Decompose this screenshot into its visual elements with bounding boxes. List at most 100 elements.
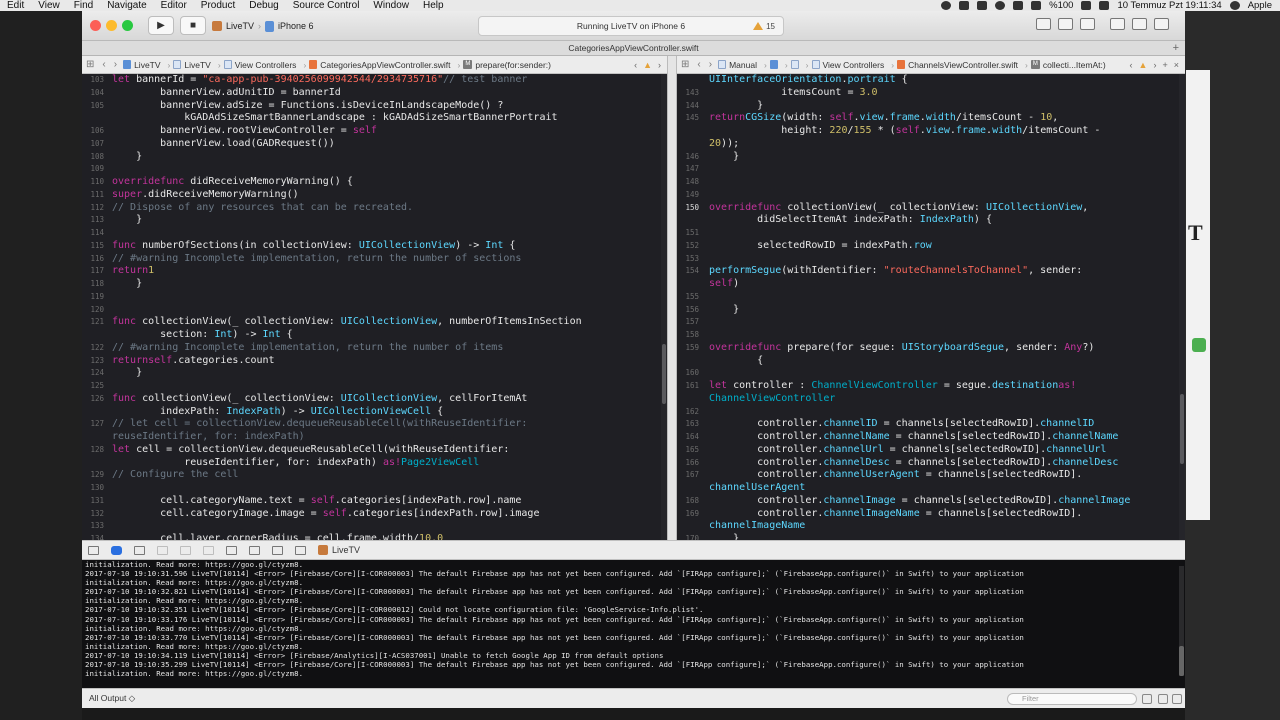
line-number[interactable]: 148 <box>677 176 699 189</box>
code-line[interactable] <box>112 304 582 317</box>
line-number[interactable]: 110 <box>82 176 104 189</box>
line-number[interactable] <box>82 457 104 470</box>
line-number[interactable] <box>677 278 699 291</box>
menu-navigate[interactable]: Navigate <box>100 0 153 11</box>
line-number[interactable]: 111 <box>82 189 104 202</box>
pause-icon[interactable] <box>134 545 145 555</box>
console-filter-input[interactable]: Filter <box>1007 693 1137 705</box>
line-number[interactable]: 169 <box>677 508 699 521</box>
back-icon[interactable]: ‹ <box>98 59 109 70</box>
code-line[interactable]: // #warning Incomplete implementation, r… <box>112 342 582 355</box>
source-code[interactable]: let bannerId = "ca-app-pub-3940256099942… <box>112 74 582 540</box>
code-line[interactable]: } <box>709 100 1130 113</box>
line-number[interactable]: 106 <box>82 125 104 138</box>
console-scrollbar[interactable] <box>1179 566 1184 676</box>
line-number[interactable]: 105 <box>82 100 104 113</box>
line-number[interactable]: 144 <box>677 100 699 113</box>
code-line[interactable]: controller. channelID = channels[selected… <box>709 418 1130 431</box>
code-line[interactable]: kGADAdSizeSmartBannerLandscape : kGADAdS… <box>112 112 582 125</box>
code-line[interactable] <box>709 189 1130 202</box>
process-target[interactable]: LiveTV <box>318 545 360 555</box>
related-items-icon[interactable]: ⊞ <box>82 59 98 70</box>
code-line[interactable] <box>709 176 1130 189</box>
menu-view[interactable]: View <box>31 0 67 11</box>
line-number[interactable]: 130 <box>82 482 104 495</box>
code-line[interactable]: override func collectionView(_ collectio… <box>709 202 1130 215</box>
line-number[interactable]: 159 <box>677 342 699 355</box>
code-line[interactable]: reuseIdentifier, for: indexPath) as! Pag… <box>112 457 582 470</box>
line-number[interactable]: 123 <box>82 355 104 368</box>
line-number[interactable]: 115 <box>82 240 104 253</box>
code-line[interactable]: controller. channelUserAgent = channels[s… <box>709 469 1130 482</box>
line-number[interactable]: 170 <box>677 533 699 540</box>
status-icon[interactable] <box>941 1 952 10</box>
breadcrumb-project[interactable] <box>768 60 784 69</box>
code-line[interactable]: override func didReceiveMemoryWarning() … <box>112 176 582 189</box>
line-number[interactable]: 127 <box>82 418 104 431</box>
code-line[interactable]: func numberOfSections(in collectionView:… <box>112 240 582 253</box>
chevron-left-icon[interactable]: ‹ <box>634 60 637 70</box>
breakpoints-toggle-icon[interactable] <box>111 545 122 555</box>
line-number-gutter[interactable]: 103 104 105 106 107 108 109 110 111 112 113 114 115 1… <box>82 74 106 540</box>
standard-editor-icon[interactable] <box>1036 18 1051 30</box>
line-number[interactable]: 146 <box>677 151 699 164</box>
volume-icon[interactable] <box>1031 1 1042 10</box>
code-line[interactable]: bannerView.adUnitID = bannerId <box>112 87 582 100</box>
console-output[interactable]: initialization. Read more: https://goo.g… <box>82 560 1185 688</box>
line-number[interactable]: 163 <box>677 418 699 431</box>
output-selector[interactable]: All Output ◇ <box>89 693 135 704</box>
code-line[interactable]: { <box>709 355 1130 368</box>
code-line[interactable]: controller. channelUrl = channels[selecte… <box>709 444 1130 457</box>
code-line[interactable]: controller. channelDesc = channels[select… <box>709 457 1130 470</box>
utilities-toggle-icon[interactable] <box>1154 18 1169 30</box>
step-out-icon[interactable] <box>203 545 214 555</box>
close-editor-icon[interactable]: × <box>1174 60 1179 70</box>
line-number[interactable]: 104 <box>82 87 104 100</box>
line-number[interactable]: 125 <box>82 380 104 393</box>
line-number[interactable]: 143 <box>677 87 699 100</box>
line-number-gutter[interactable]: 143 144 145 146 147 148 149 150 151 152 153 154 155 1… <box>677 74 703 540</box>
line-number[interactable] <box>82 329 104 342</box>
menu-window[interactable]: Window <box>366 0 416 11</box>
navigator-toggle-icon[interactable] <box>1110 18 1125 30</box>
close-window-button[interactable] <box>90 20 101 31</box>
battery-percent[interactable]: %100 <box>1049 0 1073 11</box>
code-line[interactable]: cell.categoryName.text = self .categories… <box>112 495 582 508</box>
code-line[interactable] <box>709 163 1130 176</box>
code-line[interactable]: } <box>709 304 1130 317</box>
line-number[interactable] <box>82 431 104 444</box>
code-line[interactable] <box>709 329 1130 342</box>
code-line[interactable]: selectedRowID = indexPath. row <box>709 240 1130 253</box>
assistant-editor-icon[interactable] <box>1058 18 1073 30</box>
line-number[interactable]: 147 <box>677 163 699 176</box>
breadcrumb-mode[interactable]: Manual <box>716 60 763 70</box>
code-line[interactable]: cell.categoryImage.image = self .categori… <box>112 508 582 521</box>
code-line[interactable]: cell.layer.cornerRadius = cell.frame.wid… <box>112 533 582 540</box>
menu-source-control[interactable]: Source Control <box>286 0 367 11</box>
related-items-icon[interactable]: ⊞ <box>677 59 693 70</box>
line-number[interactable]: 161 <box>677 380 699 393</box>
code-line[interactable]: // let cell = collectionView.dequeueReus… <box>112 418 582 431</box>
code-line[interactable]: channelImageName <box>709 520 1130 533</box>
menu-editor[interactable]: Editor <box>154 0 194 11</box>
line-number[interactable] <box>82 112 104 125</box>
line-number[interactable] <box>677 482 699 495</box>
line-number[interactable]: 118 <box>82 278 104 291</box>
line-number[interactable]: 145 <box>677 112 699 125</box>
code-line[interactable]: controller. channelName = channels[select… <box>709 431 1130 444</box>
code-line[interactable]: let bannerId = "ca-app-pub-3940256099942… <box>112 74 582 87</box>
line-number[interactable]: 128 <box>82 444 104 457</box>
line-number[interactable]: 152 <box>677 240 699 253</box>
scrollbar-thumb[interactable] <box>1179 646 1184 676</box>
breadcrumb-symbol[interactable]: Mcollecti...ItemAt:) <box>1029 60 1112 70</box>
breadcrumb-folder[interactable]: View Controllers <box>810 60 891 70</box>
menu-debug[interactable]: Debug <box>242 0 285 11</box>
scrollbar-thumb[interactable] <box>662 344 666 404</box>
camera-icon[interactable] <box>959 1 970 10</box>
console-only-icon[interactable] <box>1172 694 1182 704</box>
code-line[interactable]: controller. channelImageName = channels[s… <box>709 508 1130 521</box>
code-line[interactable]: self) <box>709 278 1130 291</box>
line-number[interactable]: 165 <box>677 444 699 457</box>
line-number[interactable]: 151 <box>677 227 699 240</box>
version-editor-icon[interactable] <box>1080 18 1095 30</box>
